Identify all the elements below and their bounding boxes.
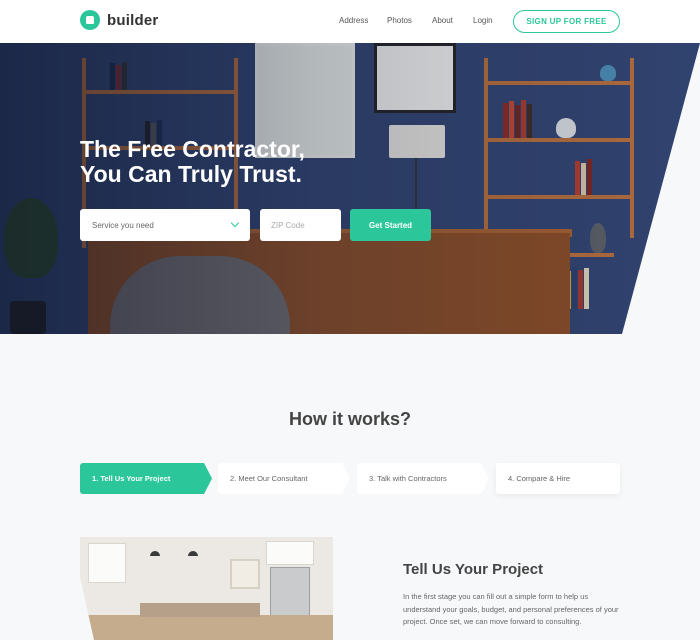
logo[interactable]: builder (80, 10, 158, 30)
kitchen-cabinet (88, 543, 126, 583)
hero-image (0, 43, 700, 334)
hero-title-line: You Can Truly Trust. (80, 161, 302, 187)
nav-photos[interactable]: Photos (387, 16, 412, 25)
step-tab-3[interactable]: 3. Talk with Contractors (357, 463, 489, 494)
hero-title: The Free Contractor, You Can Truly Trust… (80, 137, 380, 187)
hero-overlay (0, 43, 700, 334)
kitchen-floor (80, 615, 333, 640)
content-title: Tell Us Your Project (403, 561, 544, 578)
logo-text: builder (107, 11, 159, 29)
pendant-light (188, 551, 198, 556)
kitchen-island (140, 603, 260, 617)
hero-title-line: The Free Contractor, (80, 136, 305, 162)
site-header: builder Address Photos About Login SIGN … (0, 0, 700, 43)
nav-login[interactable]: Login (473, 16, 493, 25)
step-tab-4[interactable]: 4. Compare & Hire (496, 463, 620, 494)
content-body: In the first stage you can fill out a si… (403, 592, 619, 626)
logo-house-icon (80, 10, 100, 30)
step-tab-2[interactable]: 2. Meet Our Consultant (218, 463, 350, 494)
nav-about[interactable]: About (432, 16, 453, 25)
zip-code-input[interactable] (260, 209, 341, 241)
signup-button[interactable]: SIGN UP FOR FREE (513, 10, 620, 33)
step-tab-1[interactable]: 1. Tell Us Your Project (80, 463, 212, 494)
kitchen-cabinet (266, 541, 314, 565)
kitchen-image (80, 537, 333, 640)
section-title: How it works? (288, 409, 411, 429)
kitchen-window (230, 559, 260, 589)
get-started-button[interactable]: Get Started (350, 209, 431, 241)
chevron-down-icon (230, 218, 240, 228)
service-select[interactable]: Service you need (80, 209, 250, 241)
pendant-light (150, 551, 160, 556)
service-select-value: Service you need (92, 220, 154, 230)
nav-address[interactable]: Address (339, 16, 368, 25)
